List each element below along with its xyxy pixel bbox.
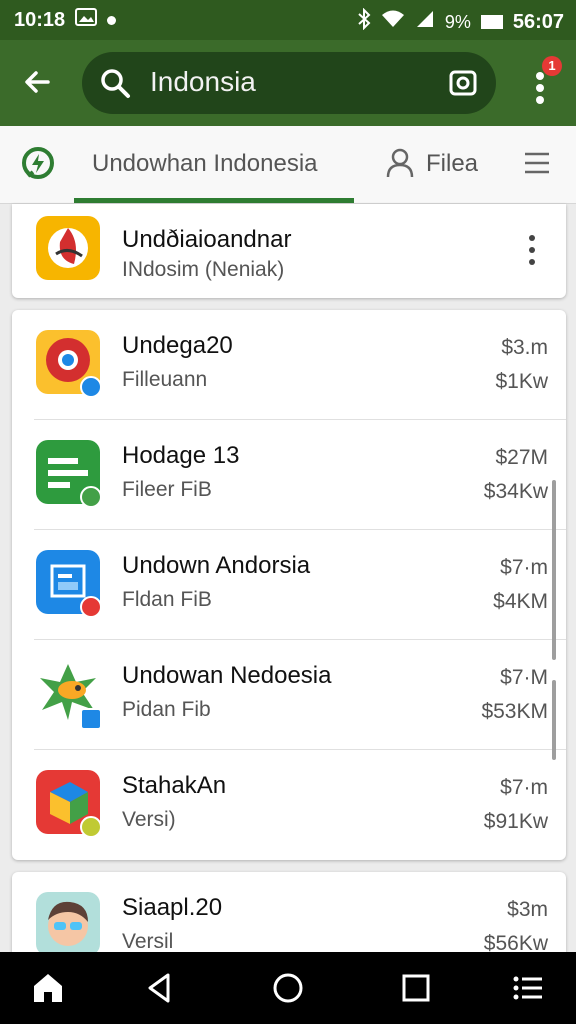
gear-icon xyxy=(80,708,102,730)
list-item-value2: $91Kw xyxy=(483,810,548,833)
list-item-title: Undowan Nedoesia xyxy=(122,662,332,689)
app-bar: Indonsia 1 xyxy=(0,40,576,126)
list-item-title: Hodage 13 xyxy=(122,442,240,469)
active-tab-indicator xyxy=(74,198,354,203)
search-icon[interactable] xyxy=(98,66,132,100)
search-bar[interactable]: Indonsia xyxy=(82,52,496,114)
verified-check-icon xyxy=(80,486,102,508)
list-item-value1: $3.m xyxy=(501,336,548,359)
status-time-left: 10:18 xyxy=(14,8,66,31)
image-notification-icon xyxy=(75,8,98,32)
featured-subtitle: INdosim (Neniak) xyxy=(122,258,285,281)
list-item-subtitle: Fileer FiB xyxy=(122,478,212,501)
verified-check-icon xyxy=(80,596,102,618)
hamburger-menu-icon[interactable] xyxy=(524,152,550,174)
verified-check-icon xyxy=(80,376,102,398)
list-item-subtitle: Versi) xyxy=(122,808,176,831)
app-logo-icon[interactable] xyxy=(20,146,56,182)
back-triangle-icon[interactable] xyxy=(142,970,178,1006)
list-item[interactable]: Hodage 13 Fileer FiB $27M $34Kw xyxy=(12,420,566,530)
wifi-icon xyxy=(381,9,405,35)
list-item-value2: $4KM xyxy=(493,590,548,613)
app-icon-avatar xyxy=(36,892,100,956)
list-item[interactable]: Undowan Nedoesia Pidan Fib $7·M $53KM xyxy=(12,640,566,750)
list-item-subtitle: Pidan Fib xyxy=(122,698,211,721)
back-arrow-icon[interactable] xyxy=(18,62,58,102)
list-item-subtitle: Versil xyxy=(122,930,174,953)
tab-main[interactable]: Undowhan Indonesia xyxy=(92,150,318,178)
recents-square-icon[interactable] xyxy=(398,970,434,1006)
home-icon[interactable] xyxy=(30,970,66,1006)
scrollbar[interactable] xyxy=(552,680,556,760)
scrollbar[interactable] xyxy=(552,480,556,660)
list-item-value1: $3m xyxy=(507,898,548,921)
list-item-title: Undega20 xyxy=(122,332,233,359)
list-item-value1: $27M xyxy=(495,446,548,469)
search-input[interactable]: Indonsia xyxy=(150,66,256,98)
list-item-value1: $7·m xyxy=(500,776,548,799)
list-item-subtitle: Fldan FiB xyxy=(122,588,212,611)
list-item-subtitle: Filleuann xyxy=(122,368,208,391)
featured-card[interactable]: Undðiaioandnar INdosim (Neniak) xyxy=(12,204,566,298)
list-item[interactable]: StahakAn Versi) $7·m $91Kw xyxy=(12,750,566,860)
status-time-right: 56:07 xyxy=(512,10,564,33)
overflow-menu-icon[interactable] xyxy=(522,232,542,268)
list-item-title: StahakAn xyxy=(122,772,227,799)
list-item[interactable]: Undega20 Filleuann $3.m $1Kw xyxy=(12,310,566,420)
circle-home-icon[interactable] xyxy=(270,970,306,1006)
notification-dot-icon xyxy=(107,15,117,25)
list-item-value1: $7·M xyxy=(500,666,548,689)
system-nav-bar xyxy=(0,952,576,1024)
tab-files[interactable]: Filea xyxy=(426,150,478,178)
signal-text: 9% xyxy=(444,11,471,32)
tab-bar: Undowhan Indonesia Filea xyxy=(0,126,576,204)
camera-icon[interactable] xyxy=(448,68,478,98)
list-item-title: Undown Andorsia xyxy=(122,552,311,579)
notification-badge: 1 xyxy=(542,56,562,76)
status-bar: 10:18 9% 56:07 xyxy=(0,0,576,40)
featured-app-icon xyxy=(36,216,100,280)
list-item-value2: $34Kw xyxy=(483,480,548,503)
signal-icon xyxy=(415,9,435,35)
bluetooth-icon xyxy=(357,7,371,36)
list-item-value2: $1Kw xyxy=(495,370,548,393)
list-item-title: Siaapl.20 xyxy=(122,894,223,921)
list-menu-icon[interactable] xyxy=(510,970,546,1006)
person-icon[interactable] xyxy=(386,148,414,178)
app-list-card: Undega20 Filleuann $3.m $1Kw Hodage 13 F… xyxy=(12,310,566,860)
list-item-value2: $53KM xyxy=(481,700,548,723)
battery-icon xyxy=(480,15,503,29)
featured-title: Undðiaioandnar xyxy=(122,226,292,253)
list-item-value1: $7·m xyxy=(500,556,548,579)
list-item[interactable]: Undown Andorsia Fldan FiB $7·m $4KM xyxy=(12,530,566,640)
verified-check-icon xyxy=(80,816,102,838)
